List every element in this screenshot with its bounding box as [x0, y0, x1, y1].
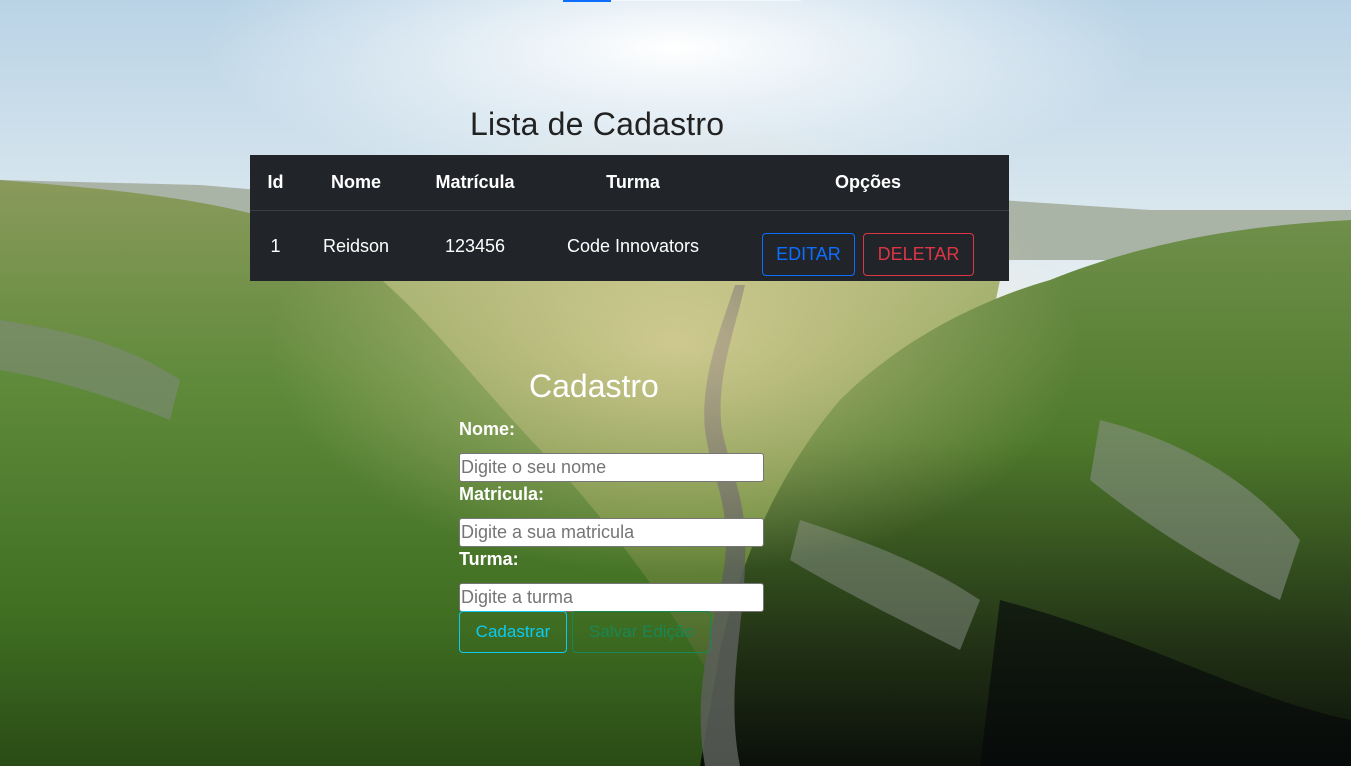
delete-button[interactable]: DELETAR	[863, 232, 974, 276]
nome-input[interactable]	[459, 453, 764, 482]
column-header-turma: Turma	[606, 172, 660, 192]
registration-table: Id Nome Matrícula Turma Opções 1 Reidson…	[250, 155, 1009, 281]
top-tab-track	[611, 0, 801, 1]
table-row: 1 Reidson 123456 Code Innovators EDITAR …	[250, 211, 1009, 298]
column-header-id: Id	[267, 172, 284, 192]
turma-input[interactable]	[459, 583, 764, 612]
matricula-label: Matricula:	[459, 484, 545, 504]
matricula-input[interactable]	[459, 518, 764, 547]
list-title: Lista de Cadastro	[470, 106, 725, 142]
form-title: Cadastro	[529, 368, 659, 404]
cell-options: EDITAR DELETAR	[727, 211, 1009, 298]
turma-label: Turma:	[459, 549, 519, 569]
edit-button[interactable]: EDITAR	[761, 232, 855, 276]
table-header-row: Id Nome Matrícula Turma Opções	[250, 155, 1009, 211]
cell-nome: Reidson	[322, 235, 390, 256]
top-tab-indicator	[563, 0, 611, 2]
nome-label: Nome:	[459, 419, 516, 439]
column-header-nome: Nome	[330, 172, 381, 192]
column-header-matricula: Matrícula	[435, 172, 515, 192]
cell-id: 1	[270, 235, 281, 256]
column-header-opcoes: Opções	[834, 172, 902, 192]
cell-turma: Code Innovators	[566, 235, 700, 256]
submit-button[interactable]: Cadastrar	[459, 611, 567, 653]
save-edit-button[interactable]: Salvar Edição	[572, 611, 711, 653]
cell-matricula: 123456	[444, 235, 506, 256]
